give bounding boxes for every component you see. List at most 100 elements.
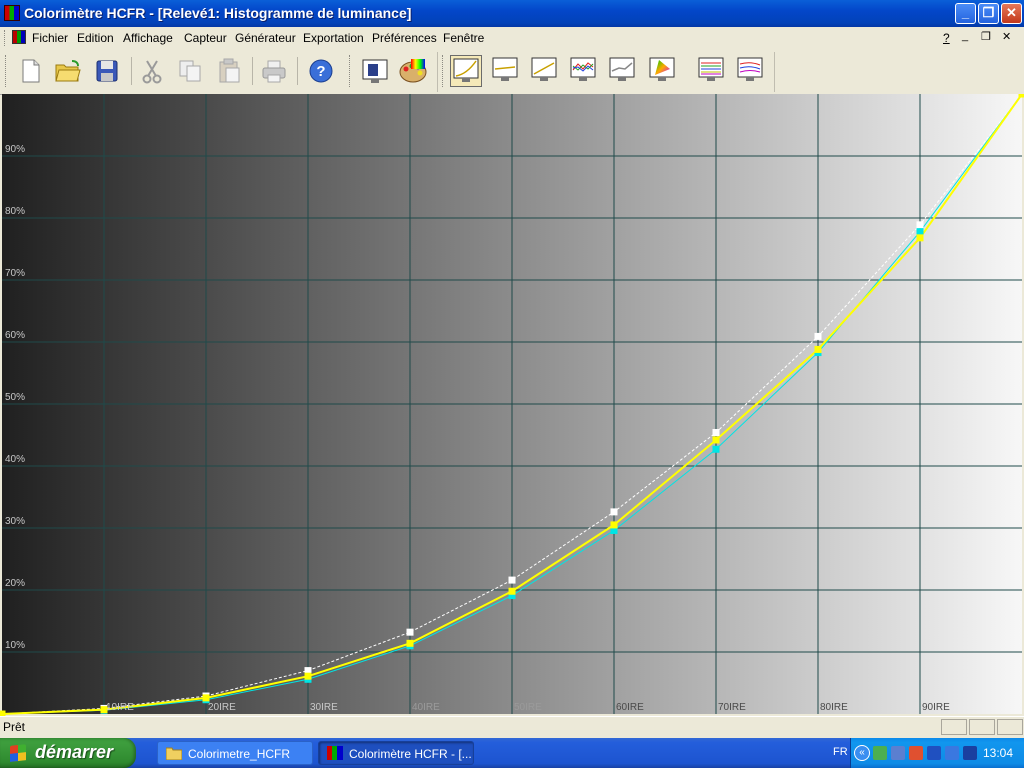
menu-generateur[interactable]: Générateur — [235, 31, 296, 45]
toolbar-grip[interactable] — [5, 55, 9, 87]
menu-fenetre[interactable]: Fenêtre — [443, 31, 484, 45]
mdi-restore-button[interactable]: ❐ — [981, 30, 991, 43]
series-point-0 — [712, 436, 720, 444]
security-tray-icon[interactable] — [909, 746, 923, 760]
x-tick-label: 30IRE — [310, 702, 338, 713]
cie-chart-view-icon[interactable] — [647, 55, 679, 87]
y-tick-label: 30% — [5, 516, 25, 527]
task-hcfr-window[interactable]: Colorimètre HCFR - [... — [318, 741, 474, 765]
toolbar-grip[interactable] — [349, 55, 353, 87]
start-label: démarrer — [35, 742, 114, 762]
system-tray: FR « 13:04 — [833, 738, 1024, 768]
menu-preferences[interactable]: Préférences — [372, 31, 437, 45]
color-temp-view-icon[interactable] — [607, 55, 639, 87]
x-tick-label: 40IRE — [412, 702, 440, 713]
series-point-0 — [814, 345, 822, 353]
series-point-0 — [916, 234, 924, 242]
status-panel — [969, 719, 995, 735]
saturation-view-icon[interactable] — [696, 55, 728, 87]
menu-help[interactable]: ? — [943, 31, 950, 45]
toolbar-grip[interactable] — [442, 55, 446, 87]
svg-text:?: ? — [316, 63, 325, 80]
y-tick-label: 50% — [5, 392, 25, 403]
help-icon[interactable]: ? — [305, 55, 337, 87]
series-point-1 — [712, 445, 720, 453]
palette-icon[interactable] — [397, 55, 429, 87]
show-hidden-icons-button[interactable]: « — [854, 745, 870, 761]
series-point-2 — [406, 628, 414, 636]
toolbar: ? — [0, 49, 1024, 95]
series-point-1 — [916, 228, 924, 236]
paste-icon[interactable] — [213, 55, 245, 87]
toolbar-separator — [131, 57, 132, 85]
status-panel — [941, 719, 967, 735]
minimize-button[interactable]: _ — [955, 3, 976, 24]
window-title: Colorimètre HCFR - [Relevé1: Histogramme… — [24, 5, 412, 21]
language-indicator[interactable]: FR — [833, 746, 848, 758]
y-tick-label: 40% — [5, 454, 25, 465]
windows-flag-icon — [10, 744, 26, 762]
hcfr-app-icon — [327, 746, 343, 760]
y-tick-label: 90% — [5, 144, 25, 155]
series-point-2 — [916, 221, 924, 229]
title-bar[interactable]: Colorimètre HCFR - [Relevé1: Histogramme… — [0, 0, 1024, 27]
save-icon[interactable] — [91, 55, 123, 87]
monitor-tray-icon[interactable] — [963, 746, 977, 760]
toolbar-separator — [252, 57, 253, 85]
document-icon[interactable] — [12, 30, 26, 44]
toolbar-separator — [297, 57, 298, 85]
mdi-close-button[interactable]: ✕ — [1002, 30, 1011, 43]
rgb-levels-view-icon[interactable] — [568, 55, 600, 87]
open-icon[interactable] — [52, 55, 84, 87]
usb-tray-icon[interactable] — [945, 746, 959, 760]
menu-bar: Fichier Edition Affichage Capteur Généra… — [0, 27, 1024, 50]
near-black-view-icon[interactable] — [529, 55, 561, 87]
cut-icon[interactable] — [136, 55, 168, 87]
x-tick-label: 20IRE — [208, 702, 236, 713]
view-toolbar — [440, 52, 775, 92]
print-icon[interactable] — [258, 55, 290, 87]
gamma-view-icon[interactable] — [490, 55, 522, 87]
x-tick-label: 70IRE — [718, 702, 746, 713]
y-tick-label: 10% — [5, 640, 25, 651]
clock: 13:04 — [983, 746, 1014, 760]
display-tray-icon[interactable] — [891, 746, 905, 760]
y-tick-label: 80% — [5, 206, 25, 217]
new-icon[interactable] — [14, 55, 46, 87]
luminance-chart[interactable]: 10% 20% 30% 40% 50% 60% 70% 80% 90% 10IRE 20IRE 30I… — [0, 90, 1024, 718]
task-explorer-folder[interactable]: Colorimetre_HCFR — [157, 741, 313, 765]
taskbar: démarrer Colorimetre_HCFR Colorimètre HC… — [0, 738, 1024, 768]
maximize-button[interactable]: ❐ — [978, 3, 999, 24]
network-tray-icon[interactable] — [873, 746, 887, 760]
series-point-0 — [202, 694, 210, 702]
series-point-0 — [610, 521, 618, 529]
task-label: Colorimetre_HCFR — [188, 747, 291, 761]
menu-exportation[interactable]: Exportation — [303, 31, 364, 45]
copy-icon[interactable] — [174, 55, 206, 87]
series-point-2 — [508, 576, 516, 584]
series-point-0 — [406, 639, 414, 647]
x-tick-label: 80IRE — [820, 702, 848, 713]
luminance-chart-svg: 10% 20% 30% 40% 50% 60% 70% 80% 90% 10IRE 20IRE 30I… — [0, 90, 1024, 718]
series-point-2 — [610, 508, 618, 516]
menu-grip[interactable] — [4, 30, 8, 46]
y-tick-label: 20% — [5, 578, 25, 589]
luminance-view-icon[interactable] — [450, 55, 482, 87]
menu-affichage[interactable]: Affichage — [123, 31, 173, 45]
task-label: Colorimètre HCFR - [... — [349, 747, 472, 761]
series-point-2 — [814, 332, 822, 340]
saturation-shift-view-icon[interactable] — [735, 55, 767, 87]
mdi-minimize-button[interactable]: _ — [962, 30, 968, 42]
menu-fichier[interactable]: Fichier — [32, 31, 68, 45]
folder-icon — [166, 747, 182, 760]
app-icon[interactable] — [4, 5, 20, 21]
start-button[interactable]: démarrer — [0, 738, 136, 768]
connection-tray-icon[interactable] — [927, 746, 941, 760]
menu-capteur[interactable]: Capteur — [184, 31, 227, 45]
series-point-2 — [712, 429, 720, 437]
menu-edition[interactable]: Edition — [77, 31, 114, 45]
close-button[interactable]: ✕ — [1001, 3, 1022, 24]
measure-window-icon[interactable] — [359, 55, 391, 87]
y-tick-label: 70% — [5, 268, 25, 279]
x-tick-label: 10IRE — [106, 702, 134, 713]
